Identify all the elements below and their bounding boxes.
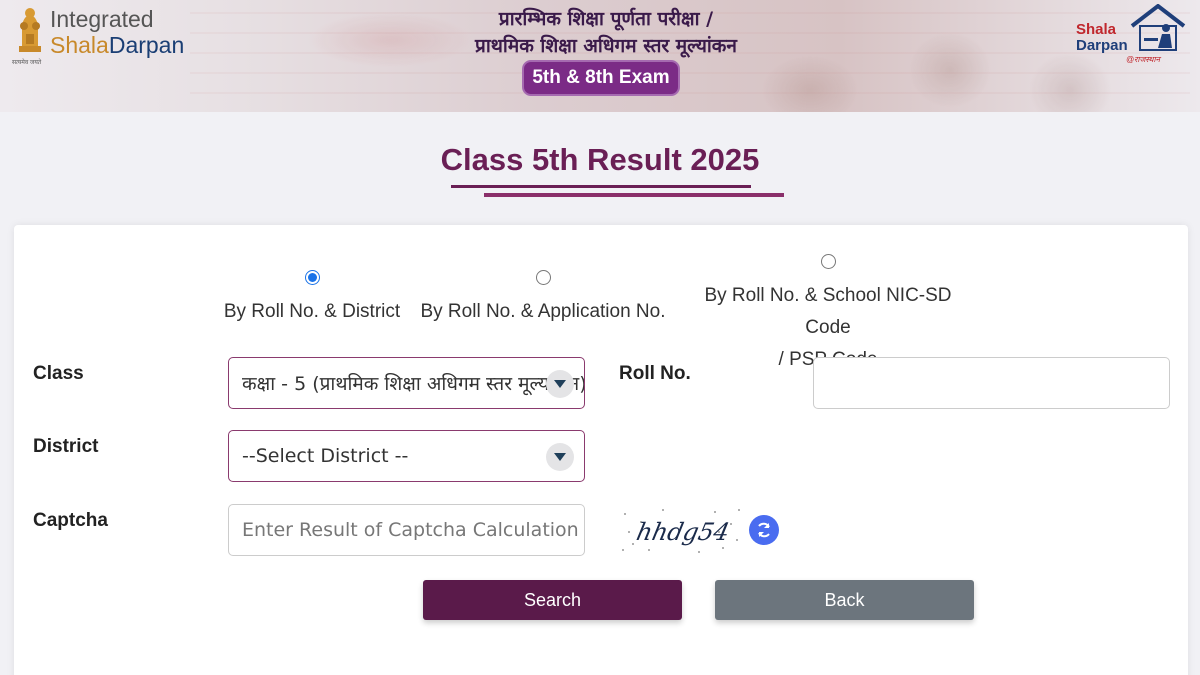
captcha-image: hhdg54 <box>619 504 743 556</box>
option-roll-district[interactable]: By Roll No. & District <box>222 270 402 328</box>
captcha-text: hhdg54 <box>634 517 732 546</box>
captcha-label: Captcha <box>33 510 108 531</box>
right-logo-line2: Darpan <box>1076 37 1128 54</box>
chevron-down-icon <box>546 443 574 471</box>
right-logo-sub: @राजस्थान <box>1126 55 1160 64</box>
page-title: Class 5th Result 2025 <box>440 142 760 177</box>
title-underline-accent <box>484 193 784 197</box>
exam-badge: 5th & 8th Exam <box>522 60 680 96</box>
right-logo-text: Shala Darpan <box>1076 22 1128 54</box>
brand-shala: Shala <box>50 32 109 58</box>
option-roll-school-code-label1: By Roll No. & School NIC-SD Code <box>704 285 952 338</box>
title-underline <box>451 185 751 188</box>
option-roll-application[interactable]: By Roll No. & Application No. <box>418 270 668 328</box>
emblem-caption: सत्यमेव जयते <box>12 60 42 66</box>
shaladarpan-rajasthan-logo: Shala Darpan @राजस्थान <box>1070 4 1188 66</box>
class-select[interactable]: कक्षा - 5 (प्राथमिक शिक्षा अधिगम स्तर मू… <box>228 357 585 409</box>
radio-roll-school-code[interactable] <box>820 254 836 269</box>
captcha-placeholder: Enter Result of Captcha Calculation <box>242 519 579 541</box>
brand-darpan: Darpan <box>108 32 185 58</box>
exam-title-line1: प्रारम्भिक शिक्षा पूर्णता परीक्षा / <box>498 8 714 30</box>
right-logo-line1: Shala <box>1076 21 1117 38</box>
captcha-input[interactable]: Enter Result of Captcha Calculation <box>228 504 585 556</box>
district-select-value: --Select District -- <box>242 445 409 467</box>
house-icon <box>1130 4 1186 51</box>
district-select[interactable]: --Select District -- <box>228 430 585 482</box>
roll-no-input[interactable] <box>813 357 1170 409</box>
refresh-captcha-icon[interactable] <box>749 515 779 545</box>
brand-line1: Integrated <box>50 6 154 32</box>
header-banner: सत्यमेव जयते Integrated ShalaDarpan प्रा… <box>0 0 1200 112</box>
radio-roll-application[interactable] <box>535 270 551 285</box>
search-button[interactable]: Search <box>423 580 682 620</box>
exam-title-hindi: प्रारम्भिक शिक्षा पूर्णता परीक्षा / प्रा… <box>436 6 776 60</box>
district-label: District <box>33 436 99 457</box>
back-button[interactable]: Back <box>715 580 974 620</box>
option-roll-application-label: By Roll No. & Application No. <box>420 301 666 322</box>
chevron-down-icon <box>546 370 574 398</box>
class-label: Class <box>33 363 84 384</box>
national-emblem-icon <box>19 8 41 52</box>
option-roll-district-label: By Roll No. & District <box>223 301 401 322</box>
exam-title-line2: प्राथमिक शिक्षा अधिगम स्तर मूल्यांकन <box>475 35 737 57</box>
roll-no-label: Roll No. <box>619 363 691 384</box>
class-select-value: कक्षा - 5 (प्राथमिक शिक्षा अधिगम स्तर मू… <box>242 373 585 395</box>
radio-roll-district[interactable] <box>304 270 320 285</box>
integrated-shaladarpan-logo: Integrated ShalaDarpan <box>50 6 184 58</box>
